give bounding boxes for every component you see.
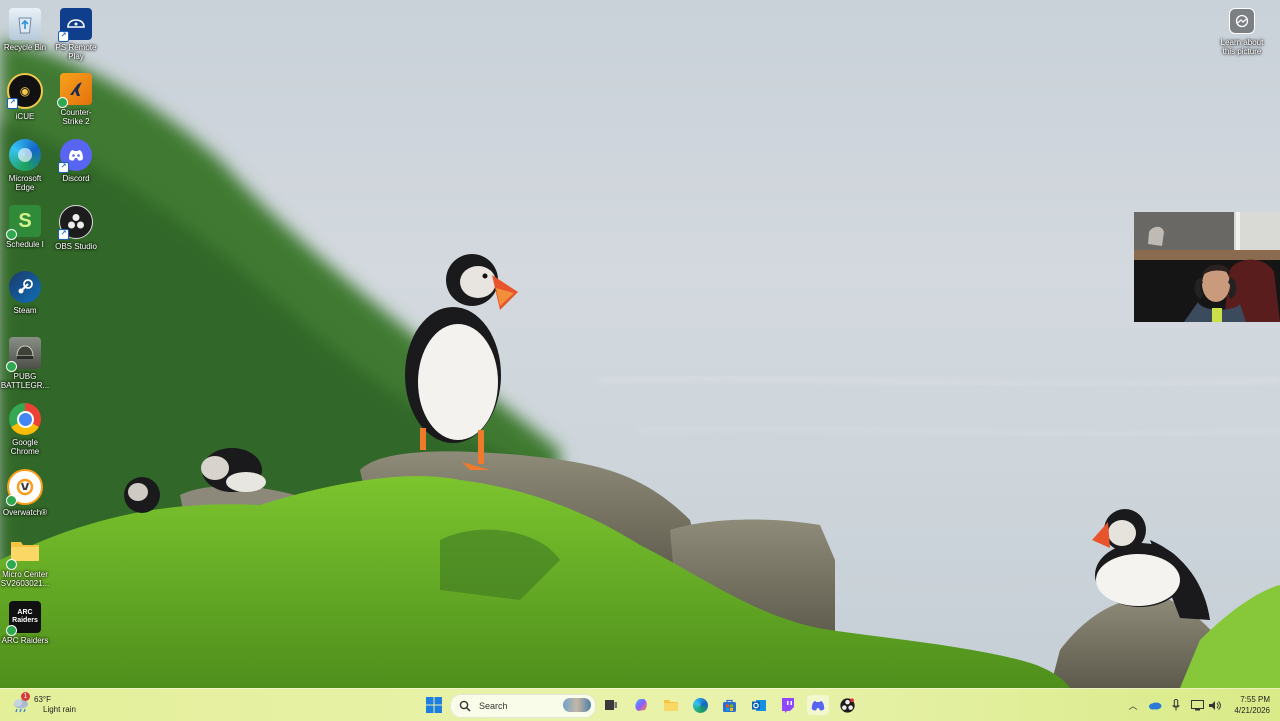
desktop-icon-micro-center-folder[interactable]: Micro Center SV2603021... xyxy=(0,535,50,588)
desktop-icon-arc-raiders[interactable]: ARC Raiders ARC Raiders xyxy=(0,601,50,645)
desktop-icon-counter-strike[interactable]: Counter-Strike 2 xyxy=(51,73,101,126)
taskbar-search[interactable] xyxy=(450,694,596,718)
discord-icon xyxy=(811,700,825,711)
desktop-icon-ps-remote-play[interactable]: ↗ PS Remote Play xyxy=(51,8,101,61)
tray-microphone[interactable] xyxy=(1170,695,1182,715)
search-highlight-image xyxy=(563,698,591,712)
desktop-icon-label: PS Remote Play xyxy=(55,43,97,61)
folder-icon xyxy=(664,700,678,711)
desktop-icon-obs-studio[interactable]: ↗ OBS Studio xyxy=(51,205,101,251)
desktop-icon-label: ARC Raiders xyxy=(1,636,49,645)
desktop-icon-microsoft-edge[interactable]: Microsoft Edge xyxy=(0,139,50,192)
weather-badge: 1 xyxy=(21,692,30,701)
search-input[interactable] xyxy=(477,700,551,712)
learn-about-picture[interactable]: Learn about this picture xyxy=(1216,8,1268,56)
taskbar-outlook[interactable] xyxy=(748,695,770,715)
overwatch-icon xyxy=(6,469,43,506)
arc-raiders-icon: ARC Raiders xyxy=(6,601,41,636)
network-icon xyxy=(1190,699,1204,710)
pubg-icon xyxy=(6,337,41,372)
desktop-icon-label: Schedule I xyxy=(6,240,44,249)
edge-icon xyxy=(692,697,708,713)
counter-strike-icon xyxy=(57,73,92,108)
edge-icon xyxy=(9,139,41,171)
camera-info-icon xyxy=(1229,8,1255,34)
task-view-icon xyxy=(605,700,617,710)
chevron-up-icon: ︿ xyxy=(1128,700,1138,711)
desktop-icon-label: Google Chrome xyxy=(10,438,40,456)
puffin-scene xyxy=(0,40,1280,688)
steam-icon xyxy=(9,271,41,303)
taskbar-discord[interactable] xyxy=(807,695,829,715)
store-icon xyxy=(722,699,736,712)
desktop-icon-label: OBS Studio xyxy=(55,242,97,251)
desktop-icon-google-chrome[interactable]: Google Chrome xyxy=(0,403,50,456)
desktop-icon-label: Micro Center SV2603021... xyxy=(0,570,50,588)
desktop-icon-label: Discord xyxy=(62,174,90,183)
windows-start-icon xyxy=(426,697,442,713)
desktop-icon-label: Recycle Bin xyxy=(3,43,47,52)
taskbar-file-explorer[interactable] xyxy=(660,695,682,715)
taskbar: 1 63°F Light rain ︿ xyxy=(0,688,1280,721)
taskbar-edge[interactable] xyxy=(689,695,711,715)
tray-overflow-button[interactable]: ︿ xyxy=(1127,695,1139,715)
taskbar-obs[interactable] xyxy=(836,695,858,715)
ps-remote-play-icon: ↗ xyxy=(58,8,92,42)
speaker-icon xyxy=(1208,700,1221,710)
microphone-icon xyxy=(1172,699,1180,711)
desktop-icon-discord[interactable]: ↗ Discord xyxy=(51,139,101,183)
weather-temp: 63°F xyxy=(34,695,51,704)
search-icon xyxy=(459,700,471,712)
tray-volume[interactable] xyxy=(1207,695,1221,715)
recycle-bin-icon xyxy=(9,8,41,40)
desktop-icon-icue[interactable]: ◉ ↗ iCUE xyxy=(0,73,50,121)
rain-cloud-icon: 1 xyxy=(12,692,30,714)
clock-date: 4/21/2026 xyxy=(1234,706,1270,715)
desktop-icon-label: PUBG BATTLEGR... xyxy=(0,372,50,390)
desktop-icon-schedule[interactable]: S Schedule I xyxy=(0,205,50,249)
weather-widget[interactable]: 1 63°F Light rain xyxy=(12,692,76,717)
discord-icon: ↗ xyxy=(58,139,92,173)
desktop-icon-label: Steam xyxy=(13,306,37,315)
icue-icon: ◉ ↗ xyxy=(7,73,43,109)
obs-icon xyxy=(839,697,855,713)
webcam-overlay xyxy=(1134,212,1280,322)
desktop-icon-label: Counter-Strike 2 xyxy=(60,108,92,126)
tray-network[interactable] xyxy=(1190,695,1204,715)
tray-onedrive[interactable] xyxy=(1148,695,1162,715)
start-button[interactable] xyxy=(423,695,445,715)
obs-icon: ↗ xyxy=(58,205,93,240)
desktop-icon-steam[interactable]: Steam xyxy=(0,271,50,315)
desktop-icon-label: Overwatch® xyxy=(2,508,48,517)
taskbar-copilot[interactable] xyxy=(630,695,652,715)
taskbar-twitch[interactable] xyxy=(777,695,799,715)
learn-about-label: Learn about this picture xyxy=(1220,38,1264,56)
desktop-icon-label: Microsoft Edge xyxy=(8,174,42,192)
folder-icon xyxy=(6,535,41,570)
twitch-icon xyxy=(782,698,794,713)
clock-time: 7:55 PM xyxy=(1240,695,1270,704)
taskbar-clock[interactable]: 7:55 PM 4/21/2026 xyxy=(1226,694,1270,716)
desktop-icon-label: iCUE xyxy=(15,112,35,121)
desktop-icon-overwatch[interactable]: Overwatch® xyxy=(0,469,50,517)
cloud-icon xyxy=(1149,702,1162,710)
desktop-wallpaper xyxy=(0,0,1280,688)
weather-condition: Light rain xyxy=(43,705,76,714)
desktop-icon-pubg[interactable]: PUBG BATTLEGR... xyxy=(0,337,50,390)
desktop-icon-recycle-bin[interactable]: Recycle Bin xyxy=(0,8,50,52)
copilot-icon xyxy=(635,699,647,711)
taskbar-store[interactable] xyxy=(718,695,740,715)
chrome-icon xyxy=(9,403,41,435)
taskbar-task-view[interactable] xyxy=(600,695,622,715)
outlook-icon xyxy=(752,699,766,711)
schedule-icon: S xyxy=(6,205,41,240)
